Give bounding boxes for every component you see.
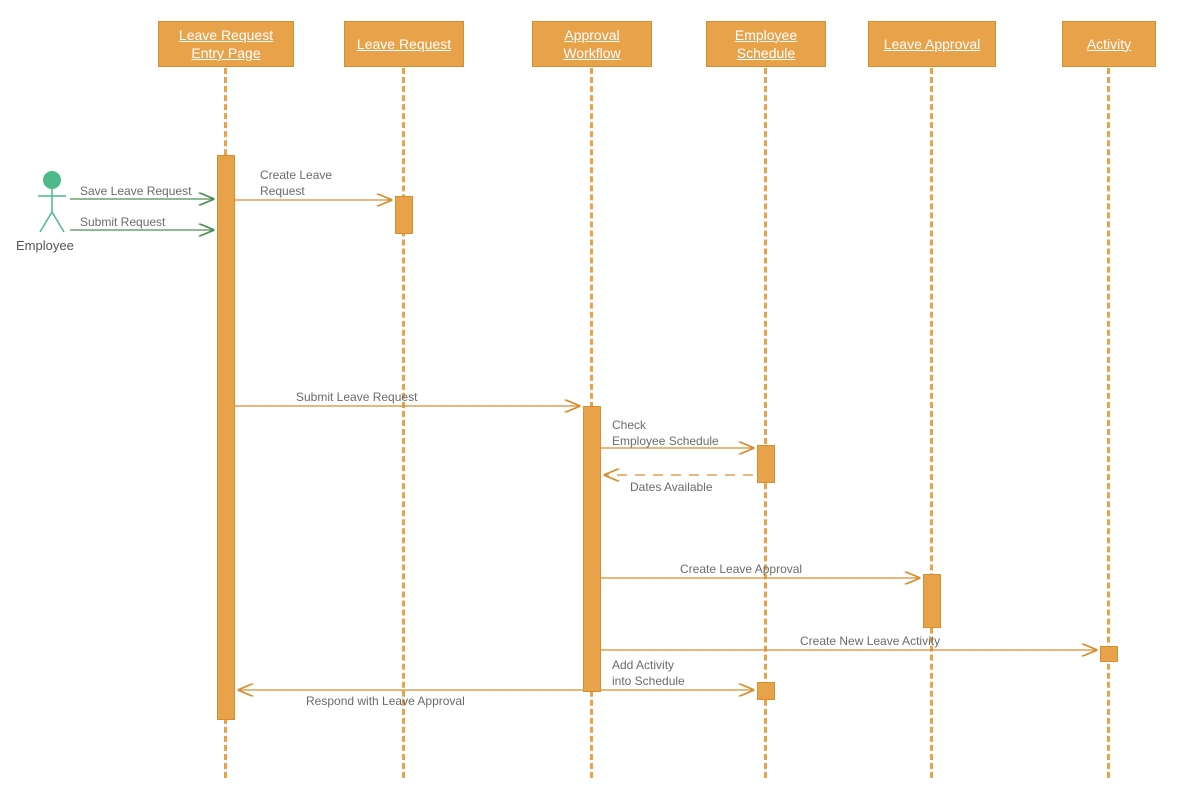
activation-entry-page [217, 155, 235, 720]
message-create-leave-request: Create Leave Request [260, 168, 332, 199]
message-create-leave-approval: Create Leave Approval [680, 562, 802, 578]
message-check-employee-schedule: Check Employee Schedule [612, 418, 719, 449]
activation-employee-schedule-2 [757, 682, 775, 700]
actor-icon [34, 170, 70, 234]
lifeline-label: Approval Workflow [539, 26, 645, 62]
message-respond-with-leave-approval: Respond with Leave Approval [306, 694, 465, 710]
message-add-activity-into-schedule: Add Activity into Schedule [612, 658, 685, 689]
activation-approval-workflow [583, 406, 601, 692]
lifeline-label: Leave Approval [884, 35, 981, 53]
activation-employee-schedule-1 [757, 445, 775, 483]
lifeline-head-entry-page: Leave Request Entry Page [158, 21, 294, 67]
lifeline-activity [1107, 68, 1110, 778]
lifeline-label: Employee Schedule [713, 26, 819, 62]
lifeline-employee-schedule [764, 68, 767, 778]
lifeline-leave-request [402, 68, 405, 778]
lifeline-label: Leave Request [357, 35, 451, 53]
lifeline-label: Activity [1087, 35, 1131, 53]
lifeline-head-employee-schedule: Employee Schedule [706, 21, 826, 67]
lifeline-head-approval-workflow: Approval Workflow [532, 21, 652, 67]
activation-leave-request [395, 196, 413, 234]
lifeline-head-leave-approval: Leave Approval [868, 21, 996, 67]
message-create-new-leave-activity: Create New Leave Activity [800, 634, 940, 650]
lifeline-label: Leave Request Entry Page [165, 26, 287, 62]
actor-employee [34, 170, 70, 234]
message-dates-available: Dates Available [630, 480, 713, 496]
message-submit-leave-request: Submit Leave Request [296, 390, 417, 406]
lifeline-leave-approval [930, 68, 933, 778]
lifeline-head-leave-request: Leave Request [344, 21, 464, 67]
activation-leave-approval [923, 574, 941, 628]
message-save-leave-request: Save Leave Request [80, 184, 191, 200]
actor-label: Employee [16, 238, 74, 253]
lifeline-head-activity: Activity [1062, 21, 1156, 67]
activation-activity [1100, 646, 1118, 662]
message-submit-request: Submit Request [80, 215, 165, 231]
